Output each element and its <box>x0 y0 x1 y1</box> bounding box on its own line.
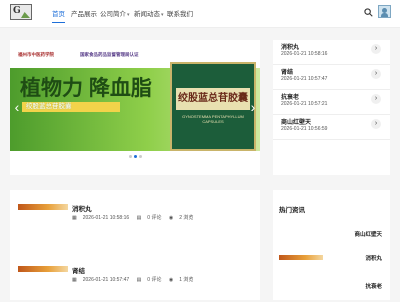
nav-products[interactable]: 产品展示 <box>71 8 97 20</box>
nav-news[interactable]: 新闻动态▾ <box>134 8 164 20</box>
hot-news-thumbnail[interactable] <box>279 250 323 266</box>
nav-home-label: 首页 <box>52 11 65 18</box>
sidebar-news-item[interactable]: 肾结 2026-01-21 10:57:47 › <box>273 65 390 90</box>
article-comments: 0 评论 <box>147 277 162 283</box>
article-list: 消积丸 ▦ 2026-01-21 10:58:16 ▤ 0 评论 ◉ 2 浏览 肾结 … <box>10 190 260 300</box>
article-comments: 0 评论 <box>147 215 162 221</box>
sidebar-news-date: 2026-01-21 10:57:21 <box>281 101 328 107</box>
nav-contact[interactable]: 联系我们 <box>167 8 193 20</box>
sidebar-news-date: 2026-01-21 10:58:16 <box>281 51 328 57</box>
eye-icon: ◉ <box>168 215 174 221</box>
calendar-icon: ▦ <box>72 277 77 283</box>
search-icon[interactable] <box>364 8 373 17</box>
comment-icon: ▤ <box>136 277 142 283</box>
article-title[interactable]: 消积丸 <box>72 203 92 213</box>
banner-tagline-text: 绞股蓝总苷胶囊 <box>26 103 72 110</box>
brand-left: 福州市中医药学院 <box>18 52 54 57</box>
sidebar-news-title: 商山红壁天 <box>281 120 312 126</box>
article-views: 2 浏览 <box>179 215 194 221</box>
chevron-right-icon[interactable]: › <box>371 44 381 54</box>
banner-tagline: 绞股蓝总苷胶囊 <box>22 102 120 112</box>
eye-icon: ◉ <box>168 277 174 283</box>
product-subtitle: GYNOSTEMMA PENTAPHYLLUM CAPSULES <box>182 114 244 124</box>
product-box-image: 绞股蓝总苷胶囊 GYNOSTEMMA PENTAPHYLLUM CAPSULES <box>170 62 256 151</box>
article-item[interactable]: 肾结 ▦ 2026-01-21 10:57:47 ▤ 0 评论 ◉ 1 浏览 <box>10 252 260 292</box>
carousel-dot-active[interactable] <box>133 155 137 158</box>
carousel-dots <box>10 155 260 161</box>
chevron-down-icon: ▾ <box>127 12 130 18</box>
article-date: 2026-01-21 10:58:16 <box>82 215 130 221</box>
sidebar-news-item[interactable]: 消积丸 2026-01-21 10:58:16 › <box>273 40 390 65</box>
sidebar-news-item[interactable]: 抗衰老 2026-01-21 10:57:21 › <box>273 90 390 115</box>
article-views: 1 浏览 <box>179 277 194 283</box>
carousel-next-icon[interactable]: › <box>248 100 258 114</box>
article-date: 2026-01-21 10:57:47 <box>82 277 130 283</box>
comment-icon: ▤ <box>136 215 142 221</box>
carousel-dot[interactable] <box>138 155 142 158</box>
banner-slide[interactable]: 福州市中医药学院 国家食品药品监督管理局认证 植物力 降血脂 绞股蓝总苷胶囊 绞… <box>10 40 260 151</box>
nav-about-label: 公司简介 <box>100 11 126 18</box>
carousel-prev-icon[interactable]: ‹ <box>12 100 22 114</box>
banner-carousel: 福州市中医药学院 国家食品药品监督管理局认证 植物力 降血脂 绞股蓝总苷胶囊 绞… <box>10 40 260 175</box>
hot-news-panel: 热门资讯 商山红壁天 消积丸 抗衰老 <box>273 190 390 300</box>
nav-about[interactable]: 公司简介▾ <box>100 8 130 20</box>
calendar-icon: ▦ <box>72 215 77 221</box>
avatar-icon[interactable] <box>378 5 391 18</box>
article-item[interactable]: 消积丸 ▦ 2026-01-21 10:58:16 ▤ 0 评论 ◉ 2 浏览 <box>10 190 260 230</box>
chevron-right-icon[interactable]: › <box>371 119 381 129</box>
article-thumbnail[interactable] <box>18 200 68 216</box>
sidebar-news-item[interactable]: 商山红壁天 2026-01-21 10:56:59 › <box>273 115 390 140</box>
article-meta: ▦ 2026-01-21 10:57:47 ▤ 0 评论 ◉ 1 浏览 <box>72 276 199 283</box>
sidebar-news-date: 2026-01-21 10:56:59 <box>281 126 328 132</box>
brand-right: 国家食品药品监督管理局认证 <box>80 52 139 57</box>
nav-products-label: 产品展示 <box>71 11 97 18</box>
hot-news-label[interactable]: 消积丸 <box>365 254 382 262</box>
article-meta: ▦ 2026-01-21 10:58:16 ▤ 0 评论 ◉ 2 浏览 <box>72 214 199 221</box>
nav-contact-label: 联系我们 <box>167 11 193 18</box>
sidebar-news-title: 抗衰老 <box>281 95 300 101</box>
site-logo[interactable]: G <box>10 4 32 20</box>
banner-headline: 植物力 降血脂 <box>20 77 152 100</box>
sidebar-news-date: 2026-01-21 10:57:47 <box>281 76 328 82</box>
article-thumbnail[interactable] <box>18 262 68 278</box>
nav-news-label: 新闻动态 <box>134 11 160 18</box>
sidebar-news-list: 消积丸 2026-01-21 10:58:16 › 肾结 2026-01-21 … <box>273 40 390 175</box>
sidebar-news-title: 消积丸 <box>281 45 300 51</box>
chevron-right-icon[interactable]: › <box>371 94 381 104</box>
chevron-down-icon: ▾ <box>161 12 164 18</box>
product-name: 绞股蓝总苷胶囊 <box>176 88 250 110</box>
sidebar-news-title: 肾结 <box>281 70 294 76</box>
article-title[interactable]: 肾结 <box>72 265 85 275</box>
top-nav-bar: G 首页 产品展示 公司简介▾ 新闻动态▾ 联系我们 <box>0 0 400 28</box>
hot-news-item[interactable]: 抗衰老 <box>273 268 390 302</box>
nav-home[interactable]: 首页 <box>52 8 65 23</box>
hot-news-label[interactable]: 商山红壁天 <box>354 230 382 238</box>
carousel-dot[interactable] <box>128 155 132 158</box>
chevron-right-icon[interactable]: › <box>371 69 381 79</box>
hot-news-label[interactable]: 抗衰老 <box>365 282 382 290</box>
hot-news-item[interactable]: 商山红壁天 <box>273 212 390 246</box>
